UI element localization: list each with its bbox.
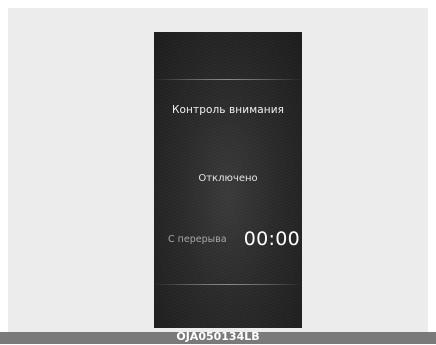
caption-bar: OJA050134LB xyxy=(0,330,436,344)
bottom-divider xyxy=(154,284,302,285)
break-timer-row: С перерыва 00:00 xyxy=(168,228,300,250)
cluster-display: Контроль внимания Отключено С перерыва 0… xyxy=(154,32,302,328)
figure-frame: Контроль внимания Отключено С перерыва 0… xyxy=(8,8,428,332)
top-divider xyxy=(154,79,302,80)
break-time-value: 00:00 xyxy=(243,228,300,250)
screen-title: Контроль внимания xyxy=(171,104,285,116)
status-text: Отключено xyxy=(198,173,258,184)
figure-caption: OJA050134LB xyxy=(176,330,260,343)
break-label: С перерыва xyxy=(168,233,227,245)
